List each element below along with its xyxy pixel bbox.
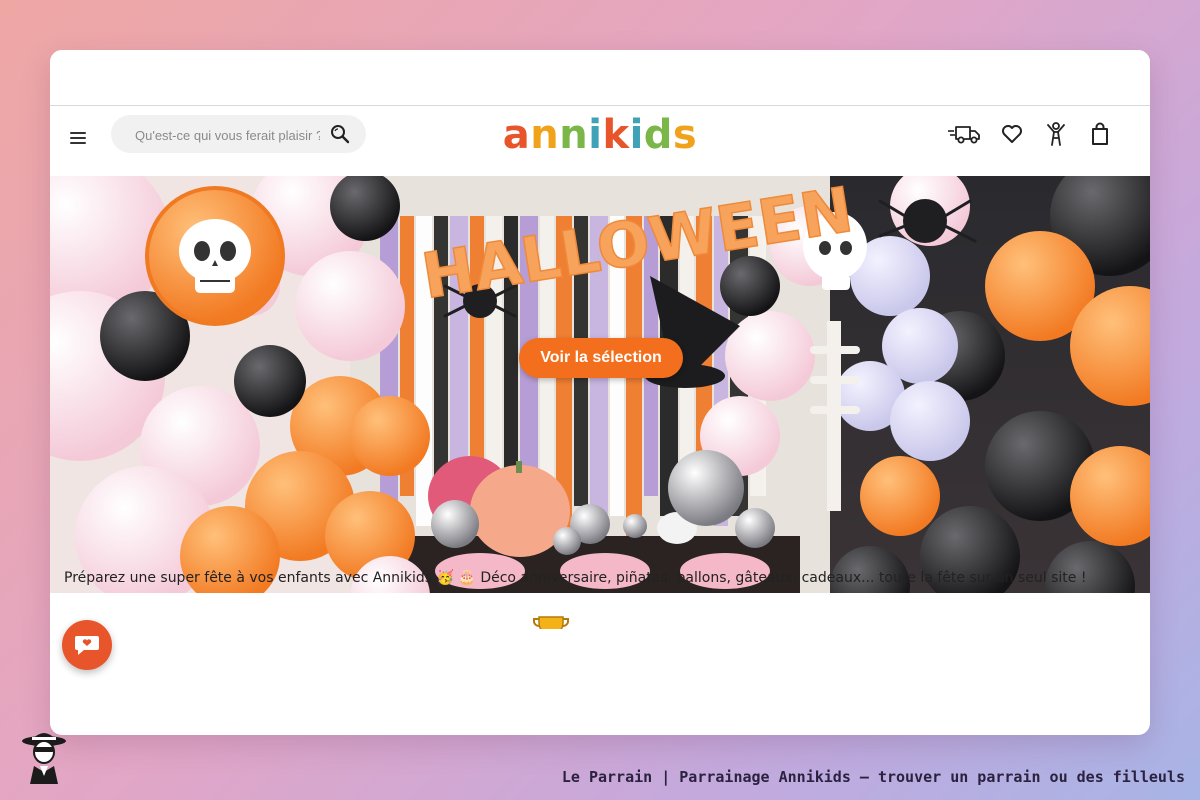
search-input[interactable]: [133, 124, 322, 146]
kid-icon[interactable]: [1042, 120, 1070, 148]
search-icon[interactable]: [330, 124, 350, 144]
hero-illustration: HALLOWEEN: [50, 176, 1150, 593]
chat-button[interactable]: [62, 620, 112, 670]
logo-letter: s: [672, 112, 698, 158]
logo-letter: d: [643, 112, 673, 158]
logo-letter: i: [588, 112, 603, 158]
le-parrain-avatar: [18, 728, 70, 784]
bag-icon[interactable]: [1086, 120, 1114, 148]
heart-icon[interactable]: [998, 120, 1026, 148]
browser-window: annikids: [50, 50, 1150, 735]
search-bar: [111, 115, 366, 153]
truck-icon[interactable]: [948, 120, 982, 148]
logo-letter: n: [559, 112, 589, 158]
top-bar: [50, 50, 1150, 106]
logo-letter: n: [530, 112, 560, 158]
chat-heart-icon: [75, 636, 99, 655]
footer-caption: Le Parrain | Parrainage Annikids — trouv…: [561, 768, 1185, 786]
header-actions: [948, 120, 1114, 148]
trophy-icon: [531, 615, 571, 629]
logo-letter: a: [502, 112, 531, 158]
logo-letter: i: [629, 112, 644, 158]
annikids-logo[interactable]: annikids: [500, 111, 700, 159]
site-header: annikids: [50, 106, 1150, 176]
tagline-text: Préparez une super fête à vos enfants av…: [64, 570, 1087, 586]
logo-letter: k: [602, 112, 630, 158]
view-selection-button[interactable]: Voir la sélection: [519, 338, 683, 378]
hero-banner[interactable]: HALLOWEEN Voir la sélection: [50, 176, 1150, 593]
menu-icon[interactable]: [68, 128, 90, 148]
